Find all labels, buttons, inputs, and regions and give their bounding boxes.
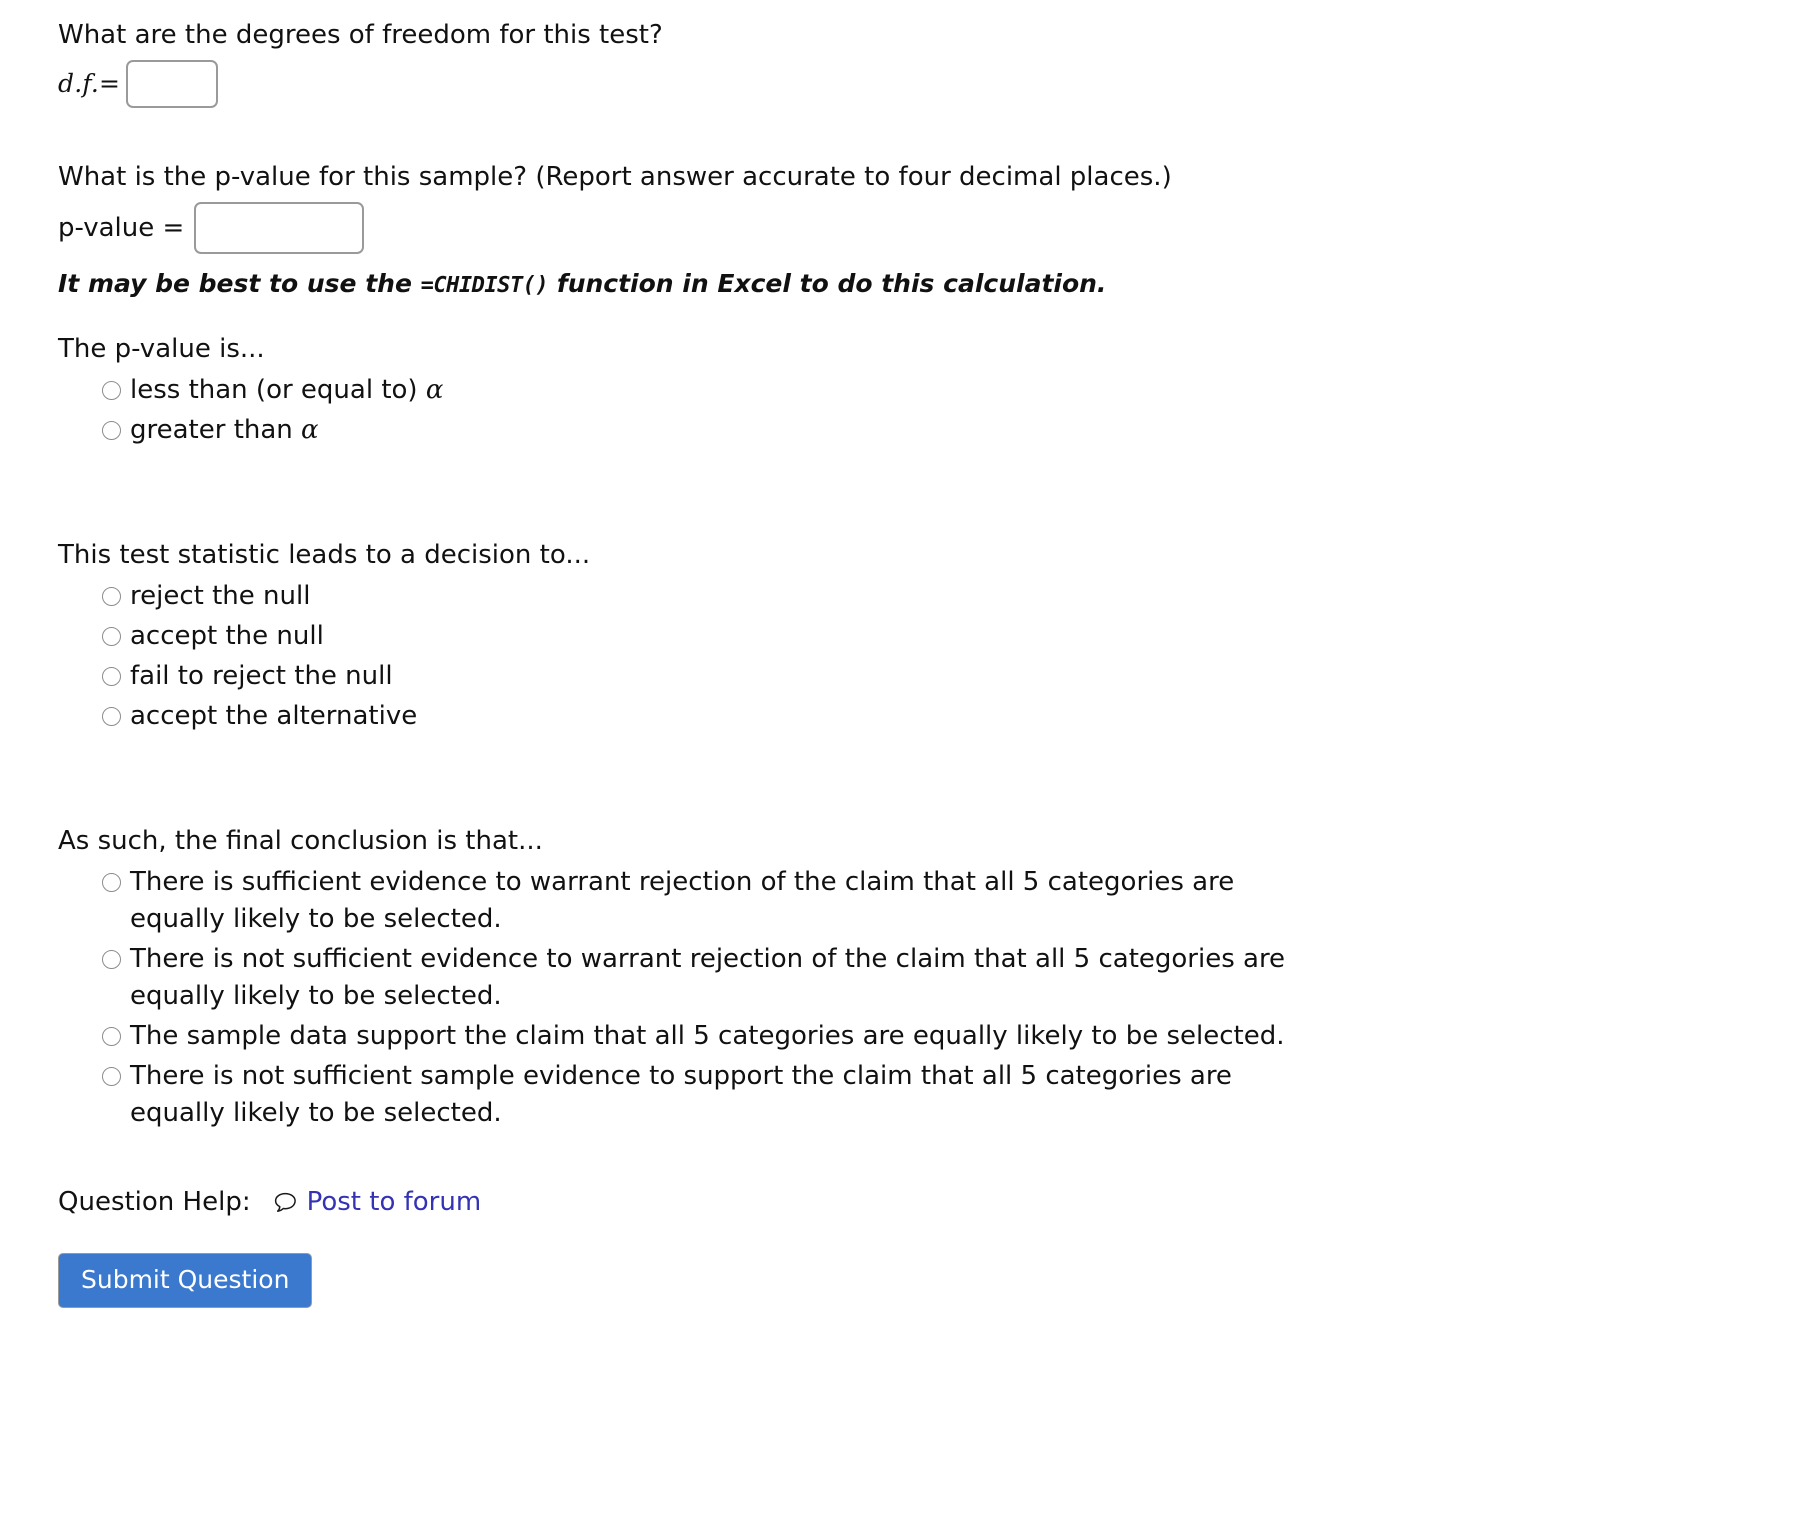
option-not-sufficient-sample-evidence-support[interactable]: There is not sufficient sample evidence …	[102, 1058, 1317, 1132]
option-label: There is sufficient evidence to warrant …	[130, 867, 1235, 934]
option-label: accept the alternative	[130, 701, 418, 731]
pvalue-label: p-value =	[58, 213, 185, 243]
option-less-than-alpha[interactable]: less than (or equal to) α	[102, 372, 1558, 409]
conclusion-options: There is sufficient evidence to warrant …	[58, 864, 1558, 1132]
decision-group: This test statistic leads to a decision …	[58, 538, 1558, 735]
option-text: greater than	[130, 415, 302, 445]
option-label: There is not sufficient evidence to warr…	[130, 944, 1286, 1011]
speech-bubble-icon	[273, 1190, 298, 1215]
radio-button[interactable]	[102, 627, 121, 646]
pvalue-prompt: What is the p-value for this sample? (Re…	[58, 162, 1172, 192]
question-help-label: Question Help:	[58, 1187, 251, 1217]
radio-button[interactable]	[102, 667, 121, 686]
conclusion-group: As such, the final conclusion is that...…	[58, 824, 1558, 1132]
conclusion-title: As such, the final conclusion is that...	[58, 826, 543, 856]
df-input[interactable]	[126, 60, 219, 108]
radio-button[interactable]	[102, 873, 121, 892]
pvalue-hint-before: It may be best to use the	[58, 269, 412, 298]
option-label: accept the null	[130, 621, 324, 651]
option-label: The sample data support the claim that a…	[130, 1021, 1285, 1051]
submit-question-button[interactable]: Submit Question	[58, 1253, 313, 1308]
pvalue-input[interactable]	[194, 202, 365, 254]
question-page: What are the degrees of freedom for this…	[0, 0, 1795, 1517]
option-label: reject the null	[130, 581, 311, 611]
pvalue-hint-code: =CHIDIST()	[420, 273, 549, 298]
question-content: What are the degrees of freedom for this…	[58, 18, 1558, 1308]
option-fail-to-reject-the-null[interactable]: fail to reject the null	[102, 658, 1558, 695]
pvalue-hint: It may be best to use the =CHIDIST() fun…	[58, 268, 1558, 302]
radio-button[interactable]	[102, 1027, 121, 1046]
decision-title: This test statistic leads to a decision …	[58, 540, 591, 570]
radio-button[interactable]	[102, 1067, 121, 1086]
pvalue-comparison-options: less than (or equal to) α greater than α	[58, 372, 1558, 449]
post-to-forum-label: Post to forum	[306, 1187, 482, 1217]
alpha-symbol: α	[301, 415, 319, 445]
option-label: greater than α	[130, 412, 319, 449]
post-to-forum-link[interactable]: Post to forum	[273, 1187, 482, 1217]
df-question-block: What are the degrees of freedom for this…	[58, 18, 1558, 108]
df-prompt: What are the degrees of freedom for this…	[58, 20, 663, 50]
pvalue-comparison-group: The p-value is... less than (or equal to…	[58, 332, 1558, 449]
df-label: d.f.=	[58, 69, 121, 98]
pvalue-comparison-title: The p-value is...	[58, 334, 265, 364]
option-sufficient-evidence-rejection[interactable]: There is sufficient evidence to warrant …	[102, 864, 1317, 938]
radio-button[interactable]	[102, 707, 121, 726]
option-reject-the-null[interactable]: reject the null	[102, 578, 1558, 615]
radio-button[interactable]	[102, 950, 121, 969]
option-accept-the-null[interactable]: accept the null	[102, 618, 1558, 655]
option-label: fail to reject the null	[130, 661, 393, 691]
radio-button[interactable]	[102, 381, 121, 400]
option-accept-the-alternative[interactable]: accept the alternative	[102, 698, 1558, 735]
option-not-sufficient-evidence-rejection[interactable]: There is not sufficient evidence to warr…	[102, 941, 1317, 1015]
option-label: There is not sufficient sample evidence …	[130, 1061, 1232, 1128]
pvalue-field-row: p-value =	[58, 202, 1558, 254]
option-sample-data-support-claim[interactable]: The sample data support the claim that a…	[102, 1018, 1317, 1055]
option-text: less than (or equal to)	[130, 375, 426, 405]
decision-options: reject the null accept the null fail to …	[58, 578, 1558, 735]
option-label: less than (or equal to) α	[130, 372, 443, 409]
df-field-row: d.f.=	[58, 60, 1558, 108]
pvalue-question-block: What is the p-value for this sample? (Re…	[58, 160, 1558, 302]
pvalue-hint-after: function in Excel to do this calculation…	[556, 269, 1107, 298]
question-help-row: Question Help: Post to forum	[58, 1187, 1558, 1217]
alpha-symbol: α	[425, 375, 444, 405]
option-greater-than-alpha[interactable]: greater than α	[102, 412, 1558, 449]
radio-button[interactable]	[102, 421, 121, 440]
radio-button[interactable]	[102, 587, 121, 606]
